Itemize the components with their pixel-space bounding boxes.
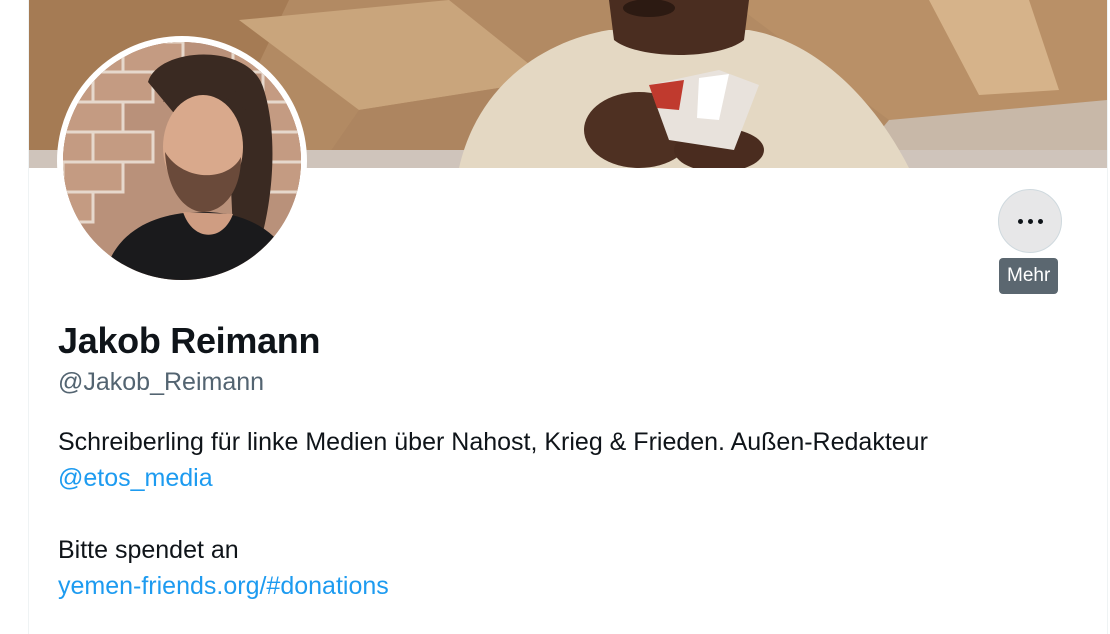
- bio-text-line: Schreiberling für linke Medien über Naho…: [58, 428, 928, 456]
- profile-display-name: Jakob Reimann: [58, 320, 321, 361]
- more-options-button[interactable]: [998, 189, 1062, 253]
- profile-handle: @Jakob_Reimann: [58, 368, 265, 396]
- bio-mention-link[interactable]: @etos_media: [58, 464, 213, 492]
- bio-donation-link[interactable]: yemen-friends.org/#donations: [58, 572, 389, 600]
- avatar-photo: [63, 42, 301, 280]
- profile-page: Mehr Jakob Reimann @Jakob_Reimann Schrei…: [28, 0, 1108, 634]
- bio-donation-text: Bitte spendet an: [58, 536, 239, 564]
- more-horizontal-icon: [1017, 218, 1043, 224]
- profile-bio: Schreiberling für linke Medien über Naho…: [58, 424, 1068, 604]
- profile-avatar[interactable]: [57, 36, 307, 286]
- more-tooltip: Mehr: [999, 258, 1059, 294]
